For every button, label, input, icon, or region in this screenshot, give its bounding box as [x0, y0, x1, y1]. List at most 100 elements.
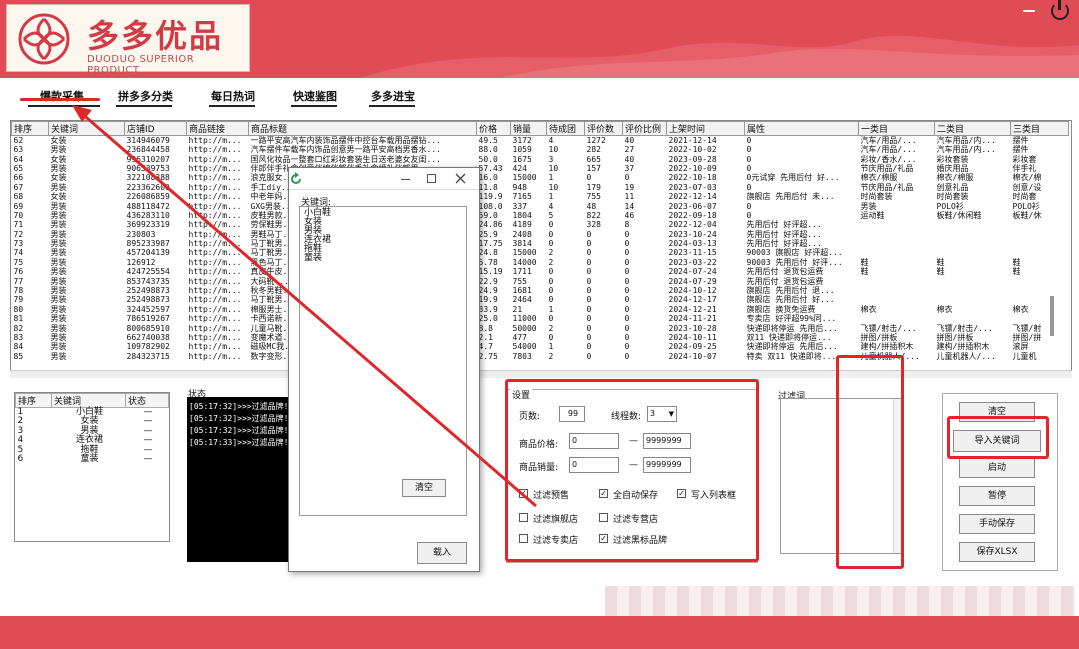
table-cell: 0 — [586, 257, 592, 267]
minimize-icon[interactable] — [1023, 10, 1035, 12]
tab-daily-hot-words[interactable]: 每日热词 — [211, 88, 255, 104]
manual-save-button[interactable]: 手动保存 — [959, 514, 1035, 534]
table-cell: 63 — [13, 145, 24, 155]
dialog-maximize-icon[interactable] — [427, 174, 436, 183]
table-cell: 10 — [548, 163, 559, 173]
tab-quick-image-check[interactable]: 快速鉴图 — [293, 88, 337, 104]
table-cell: 226086859 — [126, 192, 170, 202]
table-cell: 2 — [548, 351, 554, 361]
table-row[interactable]: 64 女装 996310207 http://m... 国风化妆品一整套口红彩妆套装生日… — [12, 154, 1069, 164]
table-cell: 板鞋/休 — [1012, 210, 1042, 220]
table-cell: 男装 — [50, 304, 67, 314]
column-header[interactable]: 评价数 — [584, 121, 623, 136]
horizontal-scrollbar[interactable] — [10, 370, 1072, 378]
column-header[interactable]: 二类目 — [934, 121, 1011, 136]
table-cell: 2023-03-22 — [668, 257, 717, 267]
table-row[interactable]: 69 男装 488118472 http://m... GXG男装... 108.0 337… — [12, 201, 1069, 211]
column-header[interactable]: 三类目 — [1010, 121, 1069, 136]
dialog-minimize-icon[interactable] — [401, 179, 410, 180]
column-header[interactable]: 商品链接 — [186, 121, 249, 136]
column-header[interactable]: 一类目 — [858, 121, 935, 136]
log-line: [05:17:33]>>>过滤品牌! — [189, 438, 289, 447]
table-row[interactable]: 62 女装 314946079 http://m... 一路平安高汽车内装饰品摆件中控台… — [12, 136, 1069, 146]
column-header[interactable]: 待成团 — [546, 121, 585, 136]
table-row[interactable]: 72 男装 230803 http://m... 男鞋马丁... 25.9 2408 0 0 0 2… — [12, 230, 1069, 239]
table-cell: 662740038 — [126, 333, 170, 342]
tab-pdd-category[interactable]: 拼多多分类 — [118, 88, 173, 104]
logo-subtitle: DUODUO SUPERIOR PRODUCT — [87, 54, 195, 76]
table-cell: 314946079 — [126, 136, 170, 145]
vertical-scrollbar-thumb[interactable] — [1050, 296, 1054, 336]
table-cell: 3172 — [512, 136, 532, 145]
table-cell: 儿童机器人/... — [936, 351, 996, 361]
table-cell: 男装 — [50, 163, 67, 173]
table-cell — [859, 230, 935, 239]
product-grid[interactable]: 排序 关键词 店铺ID 商品链接 商品标题 价格 销量 待成团 评价数 评价比例 上架时间 属性 一类目… — [10, 120, 1072, 377]
table-cell: 棉衣/棉服 — [860, 173, 898, 183]
table-cell: 0 — [586, 239, 592, 249]
start-button[interactable]: 启动 — [959, 458, 1035, 478]
column-header[interactable]: 属性 — [744, 121, 859, 136]
table-cell — [1011, 276, 1069, 285]
dialog-keyword-textarea[interactable]: 小白鞋 女装 男装 连衣裙 拖鞋 童装 清空 — [299, 206, 467, 516]
table-row[interactable]: 79 男装 252498873 http://m... 马丁靴男... 19.9 2464 0… — [12, 295, 1069, 304]
table-cell: 328 — [586, 220, 601, 230]
column-header[interactable]: 店铺ID — [124, 121, 187, 136]
tab-hot-collect[interactable]: 爆款采集 — [40, 88, 84, 104]
dialog-close-icon[interactable] — [455, 173, 466, 184]
table-row[interactable]: 74 男装 457204139 http://m... 马丁靴男... 24.8 15000… — [12, 248, 1069, 257]
column-header[interactable]: 上架时间 — [666, 121, 745, 136]
column-header[interactable]: 排序 — [11, 121, 49, 136]
table-cell — [935, 248, 1011, 257]
column-header[interactable]: 评价比例 — [622, 121, 667, 136]
table-row[interactable]: 83 男装 662740038 http://m... 变魔术道... 2.1 477 0 0 0… — [12, 333, 1069, 342]
table-row[interactable]: 84 男装 109782902 http://m... 磁吸MC我... 4.7 54000… — [12, 342, 1069, 351]
table-cell: 16.0 — [478, 173, 498, 183]
table-row[interactable]: 81 男装 786519267 http://m... 卡西诺新... 25.0 11000… — [12, 314, 1069, 323]
table-cell: 22.9 — [478, 276, 498, 286]
table-cell: 7803 — [512, 351, 532, 361]
table-row[interactable]: 65男装906539753http://m...伴郎伴手礼盒创意伴娘伴郎伴手礼盒… — [12, 164, 1069, 173]
table-row[interactable]: 70 男装 436283110 http://m... 皮鞋男款... 59.0 1804 5… — [12, 211, 1069, 220]
table-cell: 0 — [624, 276, 630, 286]
column-header[interactable]: 销量 — [510, 121, 547, 136]
table-cell: 0 — [586, 286, 592, 296]
table-row[interactable]: 78 男装 252498873 http://m... 秋冬男鞋... 24.9 1681 0… — [12, 286, 1069, 295]
column-header[interactable]: 关键词 — [48, 121, 125, 136]
table-row[interactable]: 66 女装 322108388 http://m... 浪克服女... 16.0 15000… — [12, 173, 1069, 182]
table-cell: 男装 — [860, 201, 877, 211]
table-row[interactable]: 71 男装 369923319 http://m... 劳保鞋男... 24.86 4189… — [12, 220, 1069, 229]
table-cell — [1011, 314, 1069, 323]
table-cell: http://m... — [188, 182, 242, 192]
table-cell: 彩妆/香水/... — [860, 154, 917, 164]
table-row[interactable]: 75 男装 126912 http://m... 黑色马丁... 5.78 14000 2 0 0… — [12, 258, 1069, 267]
save-xlsx-button[interactable]: 保存XLSX — [959, 542, 1035, 562]
table-cell: 755 — [586, 192, 601, 202]
table-cell: 汽车/用品/... — [860, 136, 917, 145]
table-cell: 0 — [548, 229, 554, 239]
table-row[interactable]: 68 女装 226086859 http://m... 中老年妈... 119.9 7165… — [12, 192, 1069, 201]
table-body: 62 女装 314946079 http://m... 一路平安高汽车内装饰品摆件中控台… — [12, 136, 1069, 361]
table-row[interactable]: 67 男装 223362600 http://m... 手工diy... 11.8 948 1… — [12, 183, 1069, 192]
pause-button[interactable]: 暂停 — [959, 486, 1035, 506]
table-row[interactable]: 76 男装 424725554 http://m... 真皮牛皮... 15.19 1711… — [12, 267, 1069, 276]
tab-duoduo-jinbao[interactable]: 多多进宝 — [371, 88, 415, 104]
table-row[interactable]: 63 男装 236844458 http://m... 汽车摆件车载车内饰品创意男一路平… — [12, 145, 1069, 154]
table-cell — [859, 276, 935, 285]
dialog-keyword-item: 小白鞋 — [304, 208, 332, 218]
list-item[interactable]: 6 童装 — — [16, 455, 169, 465]
table-cell: 8.8 — [478, 323, 493, 333]
dialog-clear-button[interactable]: 清空 — [402, 479, 446, 497]
table-row[interactable]: 82 男装 800685910 http://m... 儿童马靴... 8.8 50000 2… — [12, 323, 1069, 333]
column-header[interactable]: 商品标题 — [248, 121, 477, 136]
table-row[interactable]: 80 男装 324452597 http://m... 棉服男士... 33.9 21 1 0 0… — [12, 305, 1069, 314]
table-cell: 0 — [586, 333, 592, 342]
table-row[interactable]: 77 男装 853743735 http://m... 大码靴... 22.9 755 0 0 0… — [12, 276, 1069, 286]
column-header[interactable]: 价格 — [476, 121, 511, 136]
keyword-dialog[interactable]: 关键词: 小白鞋 女装 男装 连衣裙 拖鞋 童装 清空 载入 — [288, 167, 480, 572]
table-row[interactable]: 73 男装 895233987 http://m... 马丁靴男... 17.75 3814… — [12, 239, 1069, 248]
table-row[interactable]: 85 男装 284323715 http://m... 数字变形... 2.75 7803 2… — [12, 352, 1069, 361]
keyword-status-list[interactable]: 排序 关键词 状态 1 小白鞋 —2 女装 —3 男装 —4 连衣裙 —5 拖鞋 —6 童装 — — [14, 392, 170, 542]
dialog-load-button[interactable]: 载入 — [417, 542, 467, 564]
table-cell: 鞋 — [860, 257, 869, 267]
